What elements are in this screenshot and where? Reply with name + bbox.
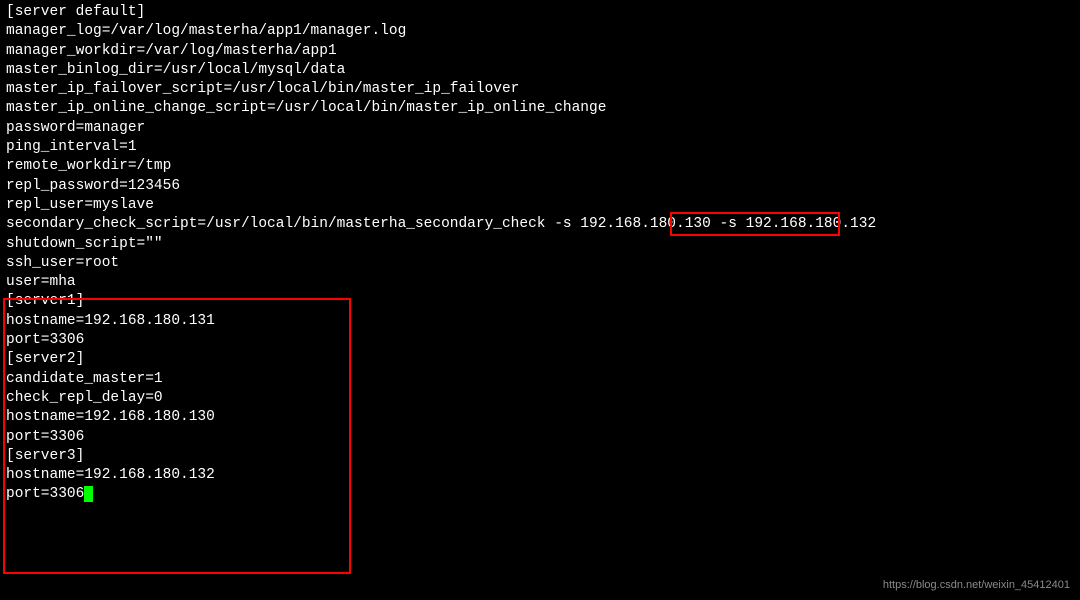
- config-line: remote_workdir=/tmp: [6, 157, 1074, 176]
- config-line: candidate_master=1: [6, 370, 1074, 389]
- terminal-output: [server default] manager_log=/var/log/ma…: [6, 3, 1074, 505]
- config-line: hostname=192.168.180.132: [6, 466, 1074, 485]
- config-line: master_binlog_dir=/usr/local/mysql/data: [6, 61, 1074, 80]
- config-line: secondary_check_script=/usr/local/bin/ma…: [6, 215, 1074, 234]
- config-line: manager_workdir=/var/log/masterha/app1: [6, 42, 1074, 61]
- config-line: [server2]: [6, 350, 1074, 369]
- config-line: check_repl_delay=0: [6, 389, 1074, 408]
- config-line: master_ip_online_change_script=/usr/loca…: [6, 99, 1074, 118]
- config-line: password=manager: [6, 119, 1074, 138]
- config-line: port=3306: [6, 428, 1074, 447]
- config-line: repl_user=myslave: [6, 196, 1074, 215]
- config-line: ping_interval=1: [6, 138, 1074, 157]
- config-line: user=mha: [6, 273, 1074, 292]
- config-line: [server default]: [6, 3, 1074, 22]
- watermark-text: https://blog.csdn.net/weixin_45412401: [883, 576, 1070, 595]
- config-line: manager_log=/var/log/masterha/app1/manag…: [6, 22, 1074, 41]
- config-line: port=3306: [6, 331, 1074, 350]
- config-line: repl_password=123456: [6, 177, 1074, 196]
- config-text: port=3306: [6, 486, 84, 502]
- config-line: [server1]: [6, 292, 1074, 311]
- cursor-icon: [84, 486, 93, 502]
- config-line: master_ip_failover_script=/usr/local/bin…: [6, 80, 1074, 99]
- config-line-cursor: port=3306: [6, 485, 1074, 504]
- config-line: [server3]: [6, 447, 1074, 466]
- config-line: ssh_user=root: [6, 254, 1074, 273]
- config-line: shutdown_script="": [6, 235, 1074, 254]
- config-line: hostname=192.168.180.131: [6, 312, 1074, 331]
- config-line: hostname=192.168.180.130: [6, 408, 1074, 427]
